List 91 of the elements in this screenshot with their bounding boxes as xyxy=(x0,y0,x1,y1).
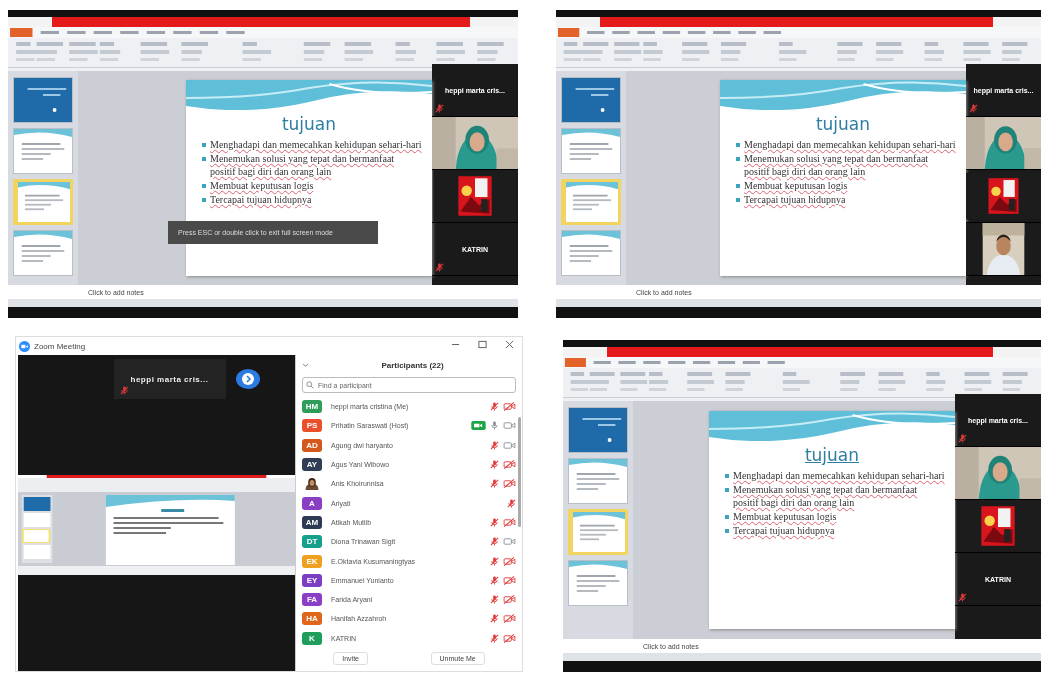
bullet-text: Menemukan solusi yang tepat dan bermanfaat positif bagi diri dan orang lain xyxy=(733,483,919,509)
window-title: Zoom Meeting xyxy=(34,341,86,351)
bullet-icon xyxy=(736,184,740,188)
bullet-icon xyxy=(725,529,729,533)
panel-title: Participants (22) xyxy=(380,360,445,370)
slide-thumbnail[interactable] xyxy=(561,77,621,123)
slide-thumbnail[interactable] xyxy=(568,560,628,606)
bullet-text: Tercapai tujuan hidupnya xyxy=(210,193,312,206)
mic-muted-icon[interactable] xyxy=(490,537,499,547)
video-camera-logo-icon xyxy=(19,340,30,352)
bullet-text: Membuat keputusan logis xyxy=(744,179,848,192)
camera-off-icon[interactable] xyxy=(503,633,516,643)
avatar-initials: K xyxy=(302,631,322,645)
camera-icon[interactable] xyxy=(503,421,516,431)
bullet-icon xyxy=(725,515,729,519)
camera-off-icon[interactable] xyxy=(503,479,516,489)
bullet-text: Menghadapi dan memecahkan kehidupan sehari-hari xyxy=(733,469,945,482)
camera-off-icon[interactable] xyxy=(503,614,516,624)
mic-muted-icon[interactable] xyxy=(490,460,499,470)
avatar-initials: AY xyxy=(302,458,322,472)
mic-muted-icon[interactable] xyxy=(490,575,499,585)
slide-thumbnail[interactable] xyxy=(13,128,73,174)
mic-muted-icon[interactable] xyxy=(490,614,499,624)
bullet-text: Membuat keputusan logis xyxy=(733,510,837,523)
bullet-icon xyxy=(736,143,740,147)
avatar-initials: EY xyxy=(302,573,322,587)
slide-thumbnail[interactable] xyxy=(561,230,621,276)
camera-off-icon[interactable] xyxy=(503,517,516,527)
avatar-initials: AM xyxy=(302,515,322,529)
mic-muted-icon[interactable] xyxy=(490,440,499,450)
slide-title: tujuan xyxy=(804,445,860,465)
bullet-text: Membuat keputusan logis xyxy=(210,179,314,192)
camera-off-icon[interactable] xyxy=(503,402,516,412)
camera-off-icon[interactable] xyxy=(503,460,516,470)
slide-title: tujuan xyxy=(815,114,871,134)
camera-icon[interactable] xyxy=(503,440,516,450)
bullet-icon xyxy=(202,184,206,188)
bullet-text: Menemukan solusi yang tepat dan bermanfaat positif bagi diri dan orang lain xyxy=(744,152,930,178)
bullet-text: Menemukan solusi yang tepat dan bermanfaat positif bagi diri dan orang lain xyxy=(210,152,396,178)
bullet-text: Menghadapi dan memecahkan kehidupan sehari-hari xyxy=(744,138,956,151)
bullet-text: Menghadapi dan memecahkan kehidupan sehari-hari xyxy=(210,138,422,151)
bullet-icon xyxy=(725,488,729,492)
mic-muted-icon[interactable] xyxy=(490,595,499,605)
mic-muted-icon[interactable] xyxy=(435,263,444,272)
bullet-icon xyxy=(202,157,206,161)
mic-muted-icon[interactable] xyxy=(958,434,967,443)
mic-muted-icon[interactable] xyxy=(435,104,444,113)
avatar-initials: HM xyxy=(302,400,322,414)
bullet-text: Tercapai tujuan hidupnya xyxy=(733,524,835,537)
camera-off-icon[interactable] xyxy=(503,595,516,605)
slide-thumbnail[interactable] xyxy=(13,230,73,276)
avatar-initials: PS xyxy=(302,419,322,433)
avatar-initials: AD xyxy=(302,438,322,452)
slide-thumbnail[interactable] xyxy=(568,509,628,555)
slide-title: tujuan xyxy=(281,114,337,134)
mic-muted-icon[interactable] xyxy=(490,517,499,527)
slide-thumbnail[interactable] xyxy=(13,77,73,123)
avatar-initials: FA xyxy=(302,593,322,607)
camera-icon[interactable] xyxy=(503,537,516,547)
camera-off-icon[interactable] xyxy=(503,575,516,585)
mic-muted-icon[interactable] xyxy=(119,386,129,395)
microphone-icon[interactable] xyxy=(490,421,499,431)
avatar-initials: A xyxy=(302,496,322,510)
mic-muted-icon[interactable] xyxy=(958,593,967,602)
maximize-icon[interactable] xyxy=(478,339,487,349)
slide-thumbnail[interactable] xyxy=(561,179,621,225)
mic-muted-icon[interactable] xyxy=(507,498,516,508)
slide-thumbnail[interactable] xyxy=(568,407,628,453)
mic-muted-icon[interactable] xyxy=(490,556,499,566)
avatar-initials: DT xyxy=(302,535,322,549)
avatar-initials: HA xyxy=(302,612,322,626)
bullet-icon xyxy=(725,474,729,478)
bullet-icon xyxy=(202,198,206,202)
camera-off-icon[interactable] xyxy=(503,556,516,566)
bullet-icon xyxy=(202,143,206,147)
slide-thumbnail[interactable] xyxy=(13,179,73,225)
next-page-button[interactable] xyxy=(235,369,260,389)
scrollbar-thumb[interactable] xyxy=(518,417,521,527)
avatar-initials: EK xyxy=(302,554,322,568)
bullet-icon xyxy=(736,198,740,202)
mic-muted-icon[interactable] xyxy=(490,633,499,643)
bullet-text: Tercapai tujuan hidupnya xyxy=(744,193,846,206)
mic-muted-icon[interactable] xyxy=(490,402,499,412)
caret-icon[interactable] xyxy=(302,362,309,368)
close-icon[interactable] xyxy=(505,339,514,349)
slide-thumbnail[interactable] xyxy=(568,458,628,504)
mic-muted-icon[interactable] xyxy=(490,479,499,489)
bullet-icon xyxy=(736,157,740,161)
mic-muted-icon[interactable] xyxy=(969,104,978,113)
slide-thumbnail[interactable] xyxy=(561,128,621,174)
participant-name: heppi marta cris... xyxy=(130,374,209,384)
